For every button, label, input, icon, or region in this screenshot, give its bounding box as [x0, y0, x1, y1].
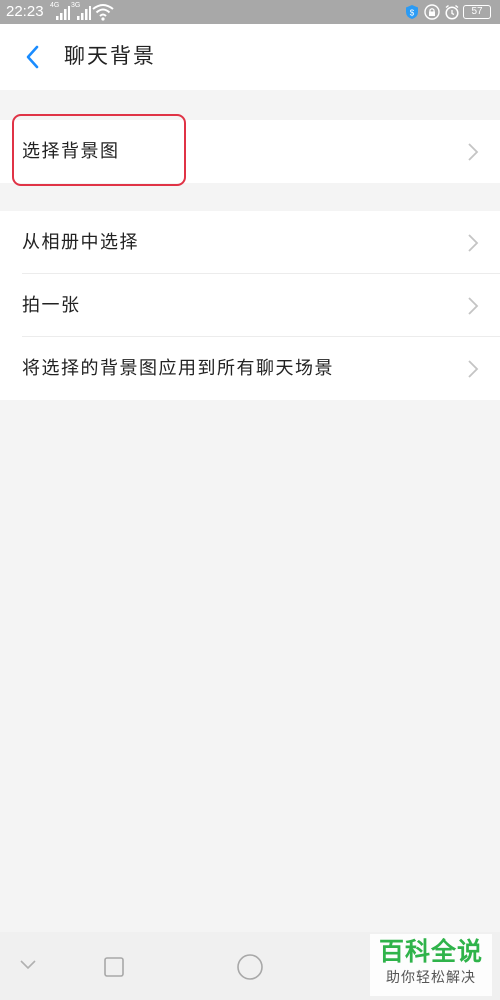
status-time: 22:23: [6, 3, 44, 20]
chevron-right-icon: [468, 360, 479, 378]
signal-icon-2: 3G: [71, 2, 91, 20]
shield-icon: $: [406, 5, 418, 19]
watermark: 百科全说 助你轻松解决: [370, 934, 492, 996]
watermark-subtitle: 助你轻松解决: [386, 970, 476, 986]
apply-all-row[interactable]: 将选择的背景图应用到所有聊天场景: [0, 337, 500, 400]
from-album-row[interactable]: 从相册中选择: [0, 211, 500, 274]
row-label: 从相册中选择: [22, 232, 139, 253]
status-bar: 22:23 4G 3G $ 57: [0, 0, 500, 24]
chevron-left-icon: [26, 45, 39, 69]
circle-icon[interactable]: [236, 953, 264, 981]
back-button[interactable]: [18, 42, 48, 72]
chevron-right-icon: [468, 297, 479, 315]
page-title: 聊天背景: [64, 44, 156, 68]
square-icon[interactable]: [103, 956, 125, 978]
chevron-right-icon: [468, 143, 479, 161]
row-label: 拍一张: [22, 295, 81, 316]
take-photo-row[interactable]: 拍一张: [0, 274, 500, 337]
battery-indicator: 57: [463, 5, 491, 19]
watermark-title: 百科全说: [378, 937, 483, 966]
alarm-icon: [445, 4, 459, 20]
wifi-icon: [92, 4, 114, 21]
row-label: 将选择的背景图应用到所有聊天场景: [22, 358, 334, 379]
signal-icon: 4G: [50, 2, 70, 20]
svg-text:$: $: [410, 9, 415, 18]
lock-icon: [424, 4, 440, 20]
title-bar: 聊天背景: [0, 24, 500, 90]
select-background-row[interactable]: 选择背景图: [0, 120, 500, 183]
section-options: 从相册中选择 拍一张 将选择的背景图应用到所有聊天场景: [0, 211, 500, 400]
chevron-down-icon[interactable]: [18, 958, 38, 972]
section-background: 选择背景图: [0, 120, 500, 183]
chevron-right-icon: [468, 234, 479, 252]
row-label: 选择背景图: [22, 141, 120, 162]
